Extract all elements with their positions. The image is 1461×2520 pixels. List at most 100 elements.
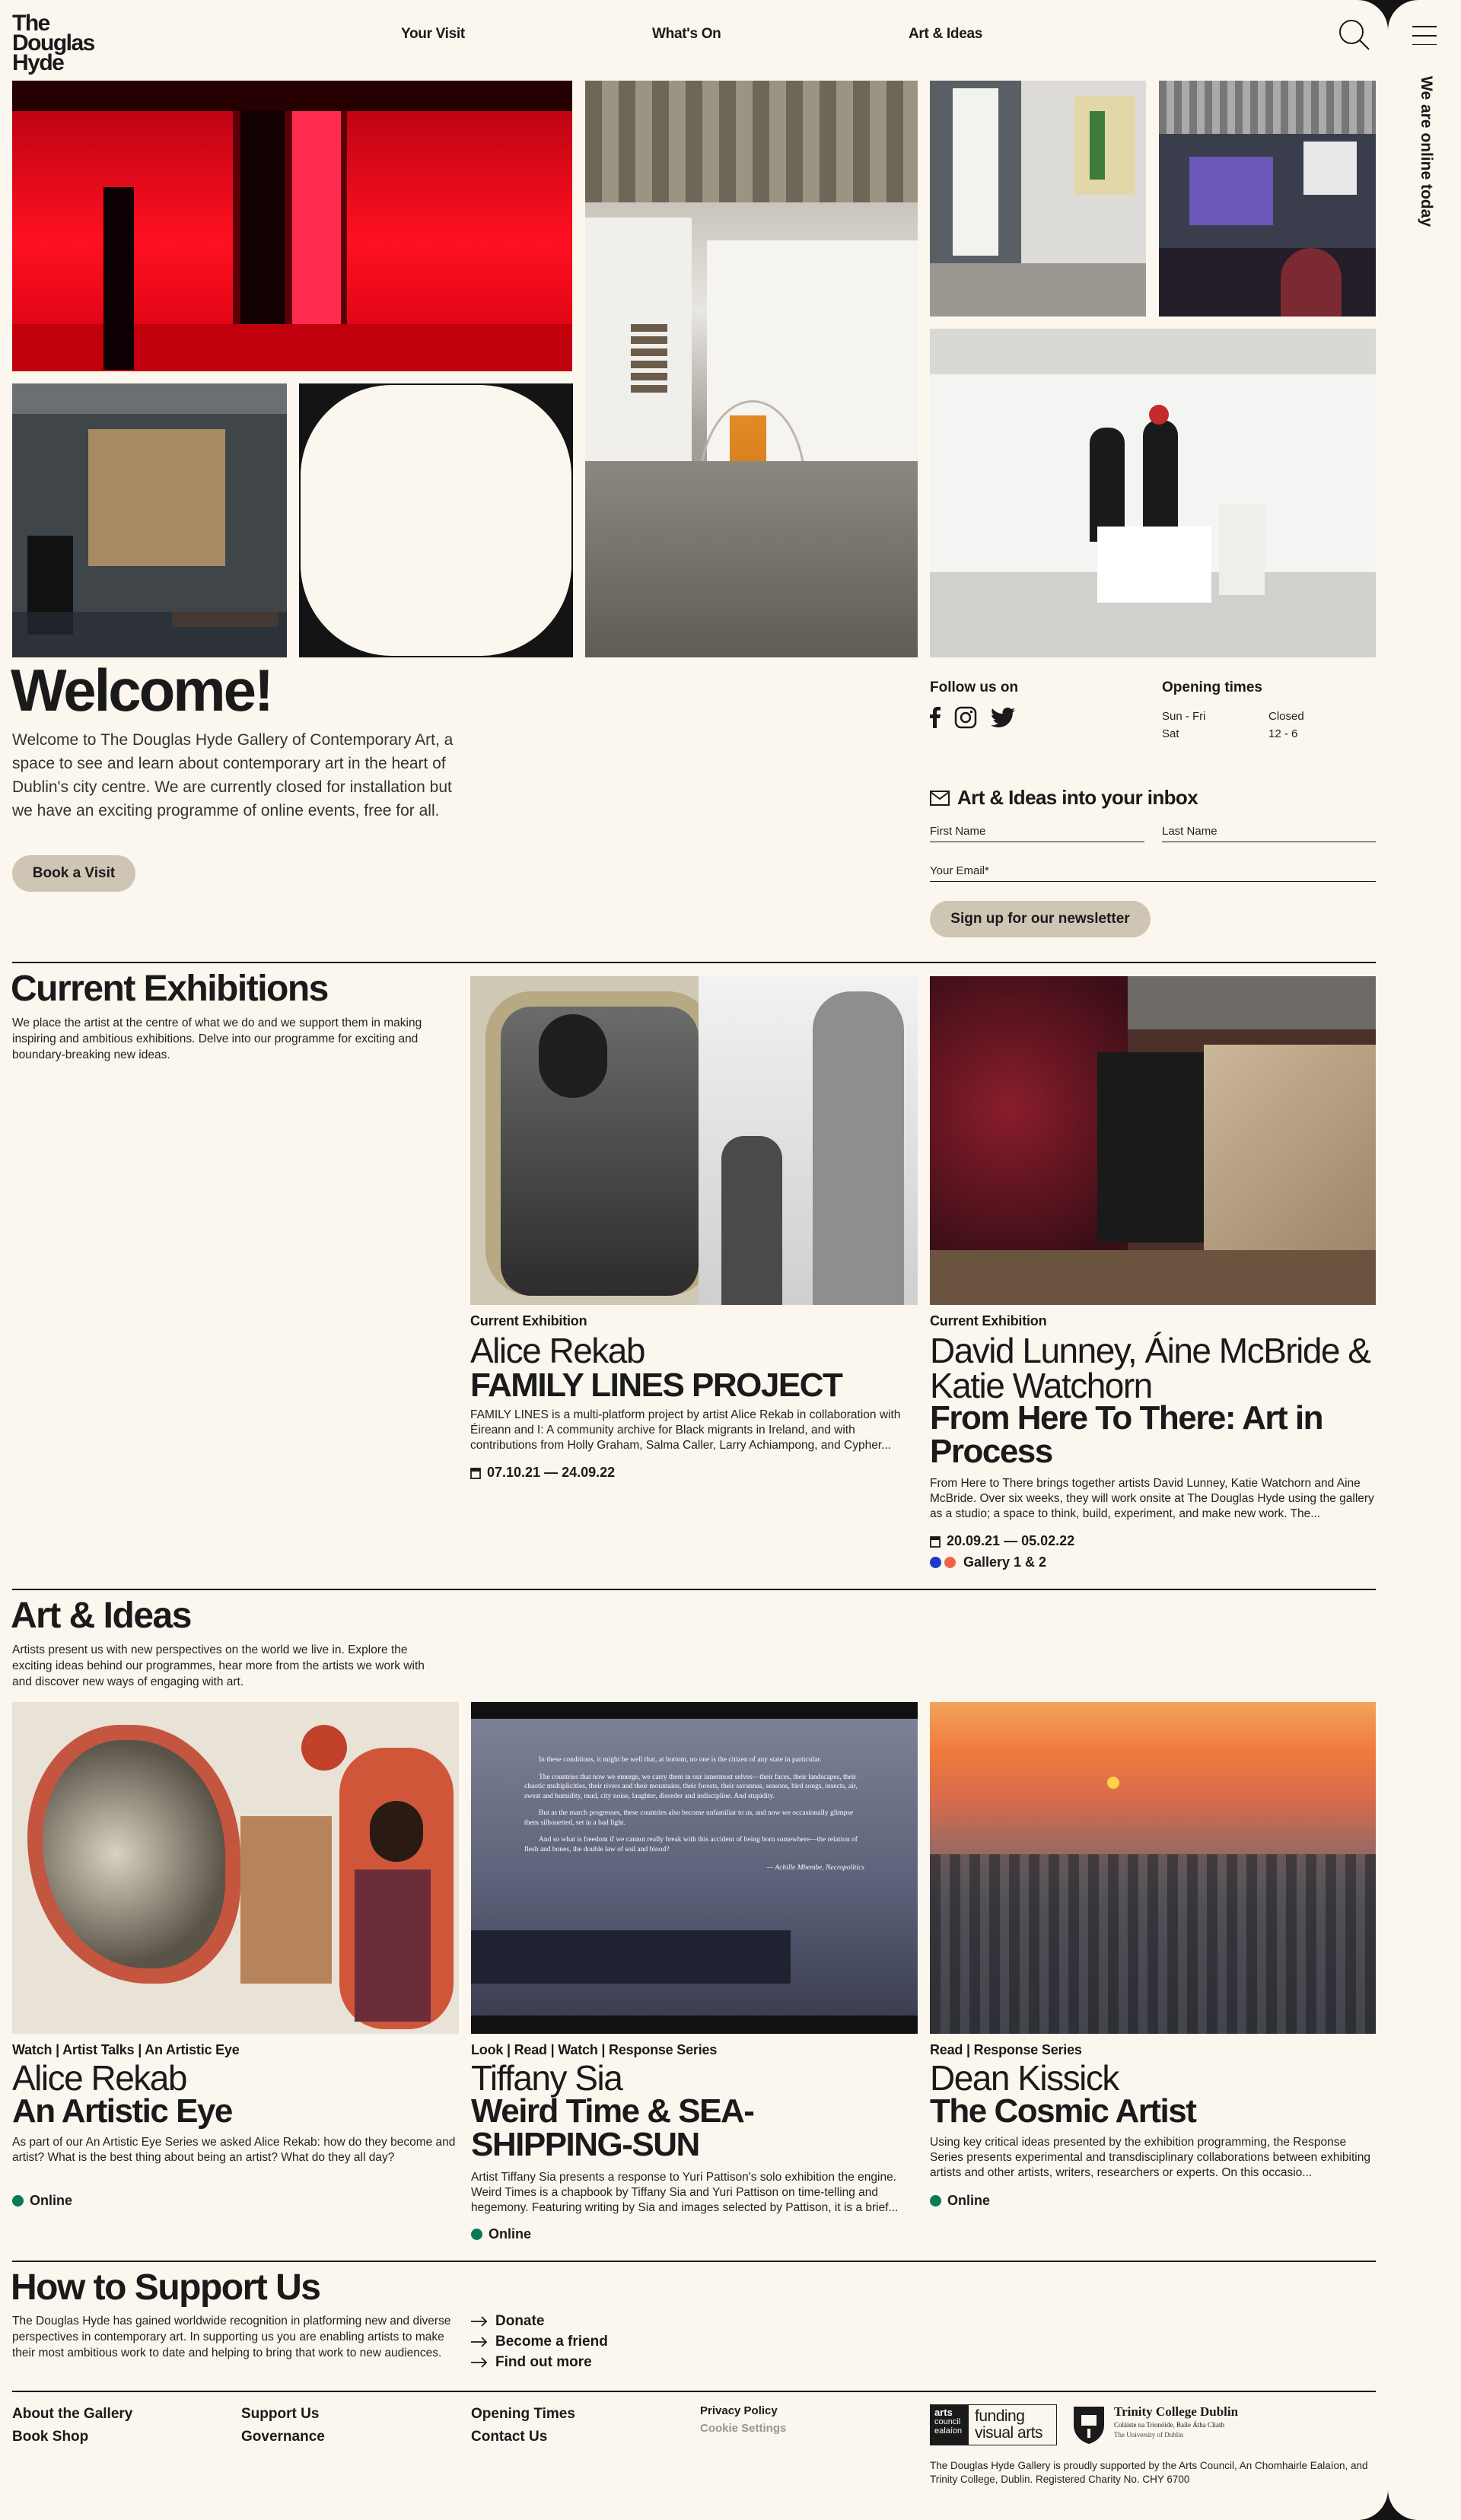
exhibitions-text: We place the artist at the centre of wha… xyxy=(12,1017,422,1061)
hours-day: Sun - Fri xyxy=(1162,710,1206,723)
exhibitions-title: Current Exhibitions xyxy=(11,969,329,1009)
cosmic-artist-image[interactable] xyxy=(930,1702,1376,2034)
contact-us-link[interactable]: Contact Us xyxy=(471,2429,575,2445)
twitter-icon[interactable] xyxy=(991,708,1015,727)
newsletter-signup-button[interactable]: Sign up for our newsletter xyxy=(930,901,1151,937)
nav-whats-on[interactable]: What's On xyxy=(652,26,721,43)
ideas-status: Online xyxy=(471,2226,531,2242)
main-page: The Douglas Hyde Your Visit What's On Ar… xyxy=(0,0,1388,2520)
footer-col-2: Support Us Governance xyxy=(241,2406,325,2445)
book-visit-button[interactable]: Book a Visit xyxy=(12,855,135,892)
online-dot xyxy=(471,2229,482,2240)
ideas-artist[interactable]: Dean Kissick xyxy=(930,2060,1376,2095)
exhibition-artist[interactable]: Alice Rekab xyxy=(470,1333,918,1368)
ideas-status-text: Online xyxy=(489,2226,532,2242)
exhibition-kicker: Current Exhibition xyxy=(470,1313,587,1328)
gallery-event-crowd-image xyxy=(1159,81,1376,317)
arts-council-small-text: arts xyxy=(934,2407,953,2418)
become-friend-link[interactable]: Become a friend xyxy=(471,2334,608,2350)
support-link-label: Find out more xyxy=(495,2354,592,2370)
follow-title: Follow us on xyxy=(930,679,1019,695)
newsletter-heading: Art & Ideas into your inbox xyxy=(930,786,1198,810)
ideas-text: Artists present us with new perspectives… xyxy=(12,1643,425,1688)
tcd-irish: Coláiste na Tríonóide, Baile Átha Cliath xyxy=(1114,2421,1224,2429)
ideas-status: Online xyxy=(12,2193,72,2209)
divider xyxy=(12,2261,1376,2262)
site-logo[interactable]: The Douglas Hyde xyxy=(12,12,111,75)
quote-citation: — Achille Mbembe, Necropolitics xyxy=(766,1864,864,1872)
ideas-status-text: Online xyxy=(30,2193,73,2208)
opening-times-list: Sun - Fri Closed Sat 12 - 6 xyxy=(1162,708,1314,743)
opening-times-link[interactable]: Opening Times xyxy=(471,2406,575,2423)
from-here-to-there-image[interactable] xyxy=(930,976,1376,1305)
book-shop-link[interactable]: Book Shop xyxy=(12,2429,132,2445)
tcd-name: Trinity College Dublin xyxy=(1114,2404,1239,2419)
find-out-more-link[interactable]: Find out more xyxy=(471,2354,608,2371)
donate-link[interactable]: Donate xyxy=(471,2313,608,2330)
ideas-description: As part of our An Artistic Eye Series we… xyxy=(12,2136,456,2164)
facebook-icon[interactable] xyxy=(930,707,941,728)
quote-paragraph: And so what is freedom if we cannot real… xyxy=(524,1836,858,1853)
mail-icon xyxy=(930,790,950,806)
footer-col-3: Opening Times Contact Us xyxy=(471,2406,575,2445)
calendar-icon xyxy=(470,1467,481,1479)
exhibition-title[interactable]: FAMILY LINES PROJECT xyxy=(470,1369,918,1402)
right-rail: We are online today xyxy=(1388,0,1461,2520)
arts-council-small-text: ealaíon xyxy=(934,2426,963,2436)
social-links xyxy=(930,706,1015,729)
exhibition-date-range: 07.10.21 — 24.09.22 xyxy=(487,1465,616,1480)
cookie-settings-link[interactable]: Cookie Settings xyxy=(700,2422,786,2435)
arts-council-logo: arts council ealaíon funding visual arts xyxy=(930,2404,1057,2445)
arts-council-big-text: funding visual arts xyxy=(975,2407,1043,2442)
footer-col-1: About the Gallery Book Shop xyxy=(12,2406,132,2445)
about-gallery-link[interactable]: About the Gallery xyxy=(12,2406,132,2423)
ideas-status-text: Online xyxy=(947,2193,991,2208)
ideas-item-title[interactable]: An Artistic Eye xyxy=(12,2095,459,2128)
ideas-item-title[interactable]: The Cosmic Artist xyxy=(930,2095,1376,2128)
support-us-link[interactable]: Support Us xyxy=(241,2406,325,2423)
hamburger-menu-icon[interactable] xyxy=(1412,26,1437,46)
exhibition-gallery: Gallery 1 & 2 xyxy=(963,1554,1047,1570)
exhibition-title[interactable]: From Here To There: Art in Process xyxy=(930,1402,1376,1468)
newsletter-title: Art & Ideas into your inbox xyxy=(957,786,1198,809)
welcome-text: Welcome to The Douglas Hyde Gallery of C… xyxy=(12,731,454,819)
search-icon[interactable] xyxy=(1338,18,1371,56)
welcome-title: Welcome! xyxy=(11,657,274,724)
exhibition-artist[interactable]: David Lunney, Áine McBride & Katie Watch… xyxy=(930,1333,1376,1403)
family-lines-image[interactable] xyxy=(470,976,918,1305)
ideas-kicker: Look | Read | Watch | Response Series xyxy=(471,2042,718,2057)
trinity-college-logo: Trinity College Dublin Coláiste na Tríon… xyxy=(1071,2404,1238,2445)
hours-day: Sat xyxy=(1162,727,1179,740)
support-text: The Douglas Hyde has gained worldwide re… xyxy=(12,2315,451,2359)
footer-credit: The Douglas Hyde Gallery is proudly supp… xyxy=(930,2460,1368,2485)
quote-paragraph: The countries that now we emerge, we car… xyxy=(524,1773,858,1800)
ideas-artist[interactable]: Tiffany Sia xyxy=(471,2060,918,2095)
support-link-label: Become a friend xyxy=(495,2334,608,2350)
window-frame: The Douglas Hyde Your Visit What's On Ar… xyxy=(0,0,1461,2520)
ideas-item-title[interactable]: Weird Time & SEA-SHIPPING-SUN xyxy=(471,2095,791,2162)
exhibition-kicker: Current Exhibition xyxy=(930,1313,1047,1328)
support-title: How to Support Us xyxy=(11,2267,321,2308)
governance-link[interactable]: Governance xyxy=(241,2429,325,2445)
weird-time-quote: In these conditions, it might be well th… xyxy=(471,1755,918,1873)
gallery-2-dot xyxy=(944,1557,956,1568)
privacy-policy-link[interactable]: Privacy Policy xyxy=(700,2404,778,2417)
gallery-performance-image xyxy=(930,329,1376,657)
quote-paragraph: But as the march progresses, these count… xyxy=(524,1809,854,1827)
instagram-icon[interactable] xyxy=(954,706,977,729)
ideas-kicker: Watch | Artist Talks | An Artistic Eye xyxy=(12,2042,240,2057)
artistic-eye-image[interactable] xyxy=(12,1702,459,2034)
online-today-label[interactable]: We are online today xyxy=(1417,76,1435,227)
first-name-field[interactable]: First Name xyxy=(930,825,985,838)
weird-time-image[interactable]: In these conditions, it might be well th… xyxy=(471,1702,918,2034)
divider xyxy=(12,2391,1376,2392)
gallery-entrance-image xyxy=(12,383,287,657)
ideas-description: Artist Tiffany Sia presents a response t… xyxy=(471,2171,899,2214)
calendar-icon xyxy=(930,1535,941,1548)
exhibition-dates: 07.10.21 — 24.09.22 xyxy=(470,1465,615,1481)
email-field[interactable]: Your Email* xyxy=(930,864,989,877)
ideas-artist[interactable]: Alice Rekab xyxy=(12,2060,459,2095)
nav-your-visit[interactable]: Your Visit xyxy=(401,26,465,43)
nav-art-ideas[interactable]: Art & Ideas xyxy=(909,26,982,43)
last-name-field[interactable]: Last Name xyxy=(1162,825,1218,838)
